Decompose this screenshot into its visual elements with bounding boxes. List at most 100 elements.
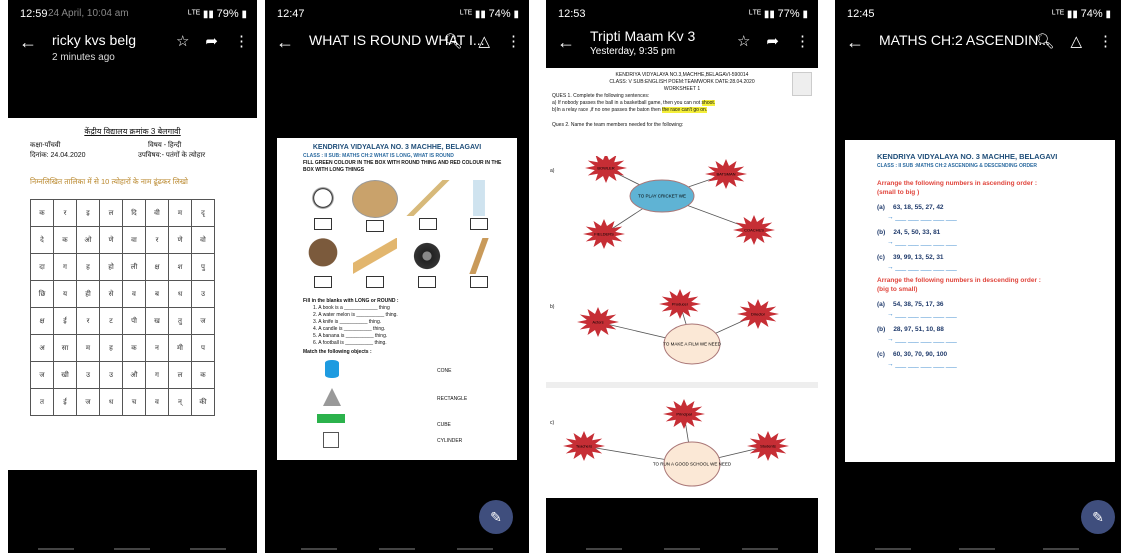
signal-icon: ᴸᵀᴱ	[749, 9, 762, 20]
grid-cell: दृ	[191, 199, 215, 227]
document-page: KENDRIYA VIDYALAYA NO.3,MACHHE,BELAGAVI-…	[546, 68, 818, 498]
grid-cell: वी	[145, 199, 169, 227]
center-label: TO PLAY CRICKET WE	[638, 194, 686, 199]
answer-line: → ___ ___ ___ ___ ___	[887, 361, 957, 368]
app-bar: ← WHAT IS ROUND WHAT I... 🔍︎ △ ⋮	[265, 22, 529, 70]
burst-label: Principal	[676, 412, 691, 417]
match-word: CYLINDER	[437, 438, 463, 444]
signal-icon: ᴸᵀᴱ	[460, 9, 473, 20]
answer-box[interactable]	[470, 276, 488, 288]
burst-label: Students	[760, 444, 776, 449]
question-label: (c)	[877, 254, 885, 261]
word-search-grid: क र इ ल दि वी म दृ दे क ओ णे वा र णे वो दा ग ह हो ली क्ष श पु छि…	[30, 199, 215, 416]
answer-box[interactable]	[314, 218, 332, 230]
ascending-list: (a) 63, 18, 55, 27, 42 → ___ ___ ___ ___ _…	[845, 204, 1115, 271]
page-separator	[546, 382, 818, 388]
grid-cell: पु	[191, 253, 215, 281]
answer-box[interactable]	[314, 276, 332, 288]
battery-percent: 77%	[777, 8, 800, 20]
status-time: 12:59	[20, 8, 48, 20]
grid-cell: ज	[30, 361, 54, 389]
document-page: केंद्रीय विद्यालय क्रमांक 3 बेलगावी कक्ष…	[8, 118, 257, 470]
star-icon[interactable]: ☆	[737, 32, 750, 50]
search-in-document-icon[interactable]: 🔍︎	[1035, 32, 1054, 50]
drive-icon[interactable]: △	[1070, 32, 1082, 50]
grid-cell: ल	[99, 199, 123, 227]
more-options-icon[interactable]: ⋮	[506, 32, 521, 50]
grid-cell: तु	[168, 307, 192, 335]
number-question: (b) 28, 97, 51, 10, 88	[877, 326, 1115, 333]
grid-row: दे क ओ णे वा र णे वो	[30, 226, 215, 254]
status-icons: ᴸᵀᴱ ▮▮ 77% ▮	[749, 8, 808, 20]
battery-icon: ▮	[241, 9, 247, 20]
question-label: (b)	[877, 229, 886, 236]
grid-cell: श	[168, 253, 192, 281]
diagram-label-a: a)	[550, 168, 555, 174]
grid-cell: क्ष	[145, 253, 169, 281]
match-word: CONE	[437, 368, 452, 374]
doc-school: KENDRIYA VIDYALAYA NO. 3 MACHHE, BELAGAV…	[877, 152, 1058, 161]
chat-title: Tripti Maam Kv 3	[590, 28, 696, 44]
app-bar: ← ricky kvs belg 2 minutes ago ☆ ➦ ⋮	[8, 22, 257, 70]
chat-title: ricky kvs belg	[52, 32, 137, 48]
question-numbers: 54, 38, 75, 17, 36	[892, 301, 944, 308]
back-arrow-icon[interactable]: ←	[275, 32, 295, 53]
star-icon[interactable]: ☆	[176, 32, 189, 50]
descending-list: (a) 54, 38, 75, 17, 36 → ___ ___ ___ ___ _…	[845, 301, 1115, 368]
grid-row: दा ग ह हो ली क्ष श पु	[30, 253, 215, 281]
share-icon[interactable]: ➦	[205, 32, 218, 50]
answer-box[interactable]	[469, 218, 488, 230]
more-options-icon[interactable]: ⋮	[234, 32, 249, 50]
back-arrow-icon[interactable]: ←	[556, 32, 576, 53]
more-options-icon[interactable]: ⋮	[1098, 32, 1113, 50]
desc-title: Arrange the following numbers in descend…	[877, 277, 1041, 284]
page-scroll-handle[interactable]	[792, 72, 812, 96]
answer-box[interactable]	[418, 276, 436, 288]
doc-date: दिनांक: 24.04.2020	[30, 152, 86, 159]
battery-icon: ▮	[802, 9, 808, 20]
grid-cell: ई	[53, 388, 77, 416]
battery-percent: 74%	[1080, 8, 1103, 20]
status-time: 12:53	[558, 8, 586, 20]
doc-meta: CLASS : II SUB :MATHS CH:2 ASCENDING & D…	[877, 163, 1038, 169]
back-arrow-icon[interactable]: ←	[18, 32, 38, 53]
grid-cell: हो	[99, 253, 123, 281]
share-icon[interactable]: ➦	[766, 32, 779, 50]
answer-line: → ___ ___ ___ ___ ___	[887, 336, 957, 343]
answer-box[interactable]	[366, 220, 385, 232]
doc-meta: CLASS: V SUB:ENGLISH POEM:TEAMWORK DATE:…	[609, 79, 755, 85]
grid-cell: ब	[145, 280, 169, 308]
answer-box[interactable]	[366, 276, 384, 288]
battery-percent: 74%	[488, 8, 511, 20]
doc-subject: विषय - हिन्दी	[148, 142, 182, 149]
grid-row: क र इ ल दि वी म दृ	[30, 199, 215, 227]
grid-cell: अ	[30, 334, 54, 362]
edit-fab-button[interactable]: ✎	[479, 500, 513, 534]
cube-shape	[323, 432, 339, 448]
q1b-text: b)In a relay race ,if no one passes the …	[552, 107, 661, 113]
phone-screen-2: 12:47 ᴸᵀᴱ ▮▮ 74% ▮ ← WHAT IS ROUND WHAT …	[265, 0, 529, 553]
q1-title: QUES 1. Complete the following sentences…	[552, 93, 650, 99]
grid-cell: उ	[76, 361, 100, 389]
grid-cell: ही	[76, 280, 100, 308]
number-question: (a) 54, 38, 75, 17, 36	[877, 301, 1115, 308]
center-label: TO RUN A GOOD SCHOOL WE NEED	[653, 462, 732, 467]
burst-label: Producer	[672, 302, 689, 307]
grid-cell: दा	[30, 253, 54, 281]
grid-cell: मी	[168, 334, 192, 362]
app-bar: ← Tripti Maam Kv 3 Yesterday, 9:35 pm ☆ …	[546, 22, 818, 70]
grid-cell: दि	[122, 199, 146, 227]
grid-cell: उ	[99, 361, 123, 389]
question-numbers: 63, 18, 55, 27, 42	[892, 204, 944, 211]
nav-bar	[546, 543, 818, 553]
ladder-image	[457, 238, 501, 274]
drive-icon[interactable]: △	[478, 32, 490, 50]
more-options-icon[interactable]: ⋮	[795, 32, 810, 50]
doc-instruction: FILL GREEN COLOUR IN THE BOX WITH ROUND …	[303, 160, 502, 173]
objects-grid	[301, 180, 501, 288]
search-in-document-icon[interactable]: 🔍︎	[443, 32, 462, 50]
answer-box[interactable]	[418, 218, 437, 230]
back-arrow-icon[interactable]: ←	[845, 32, 865, 53]
doc-school: KENDRIYA VIDYALAYA NO. 3 MACHHE, BELAGAV…	[312, 144, 482, 151]
edit-fab-button[interactable]: ✎	[1081, 500, 1115, 534]
